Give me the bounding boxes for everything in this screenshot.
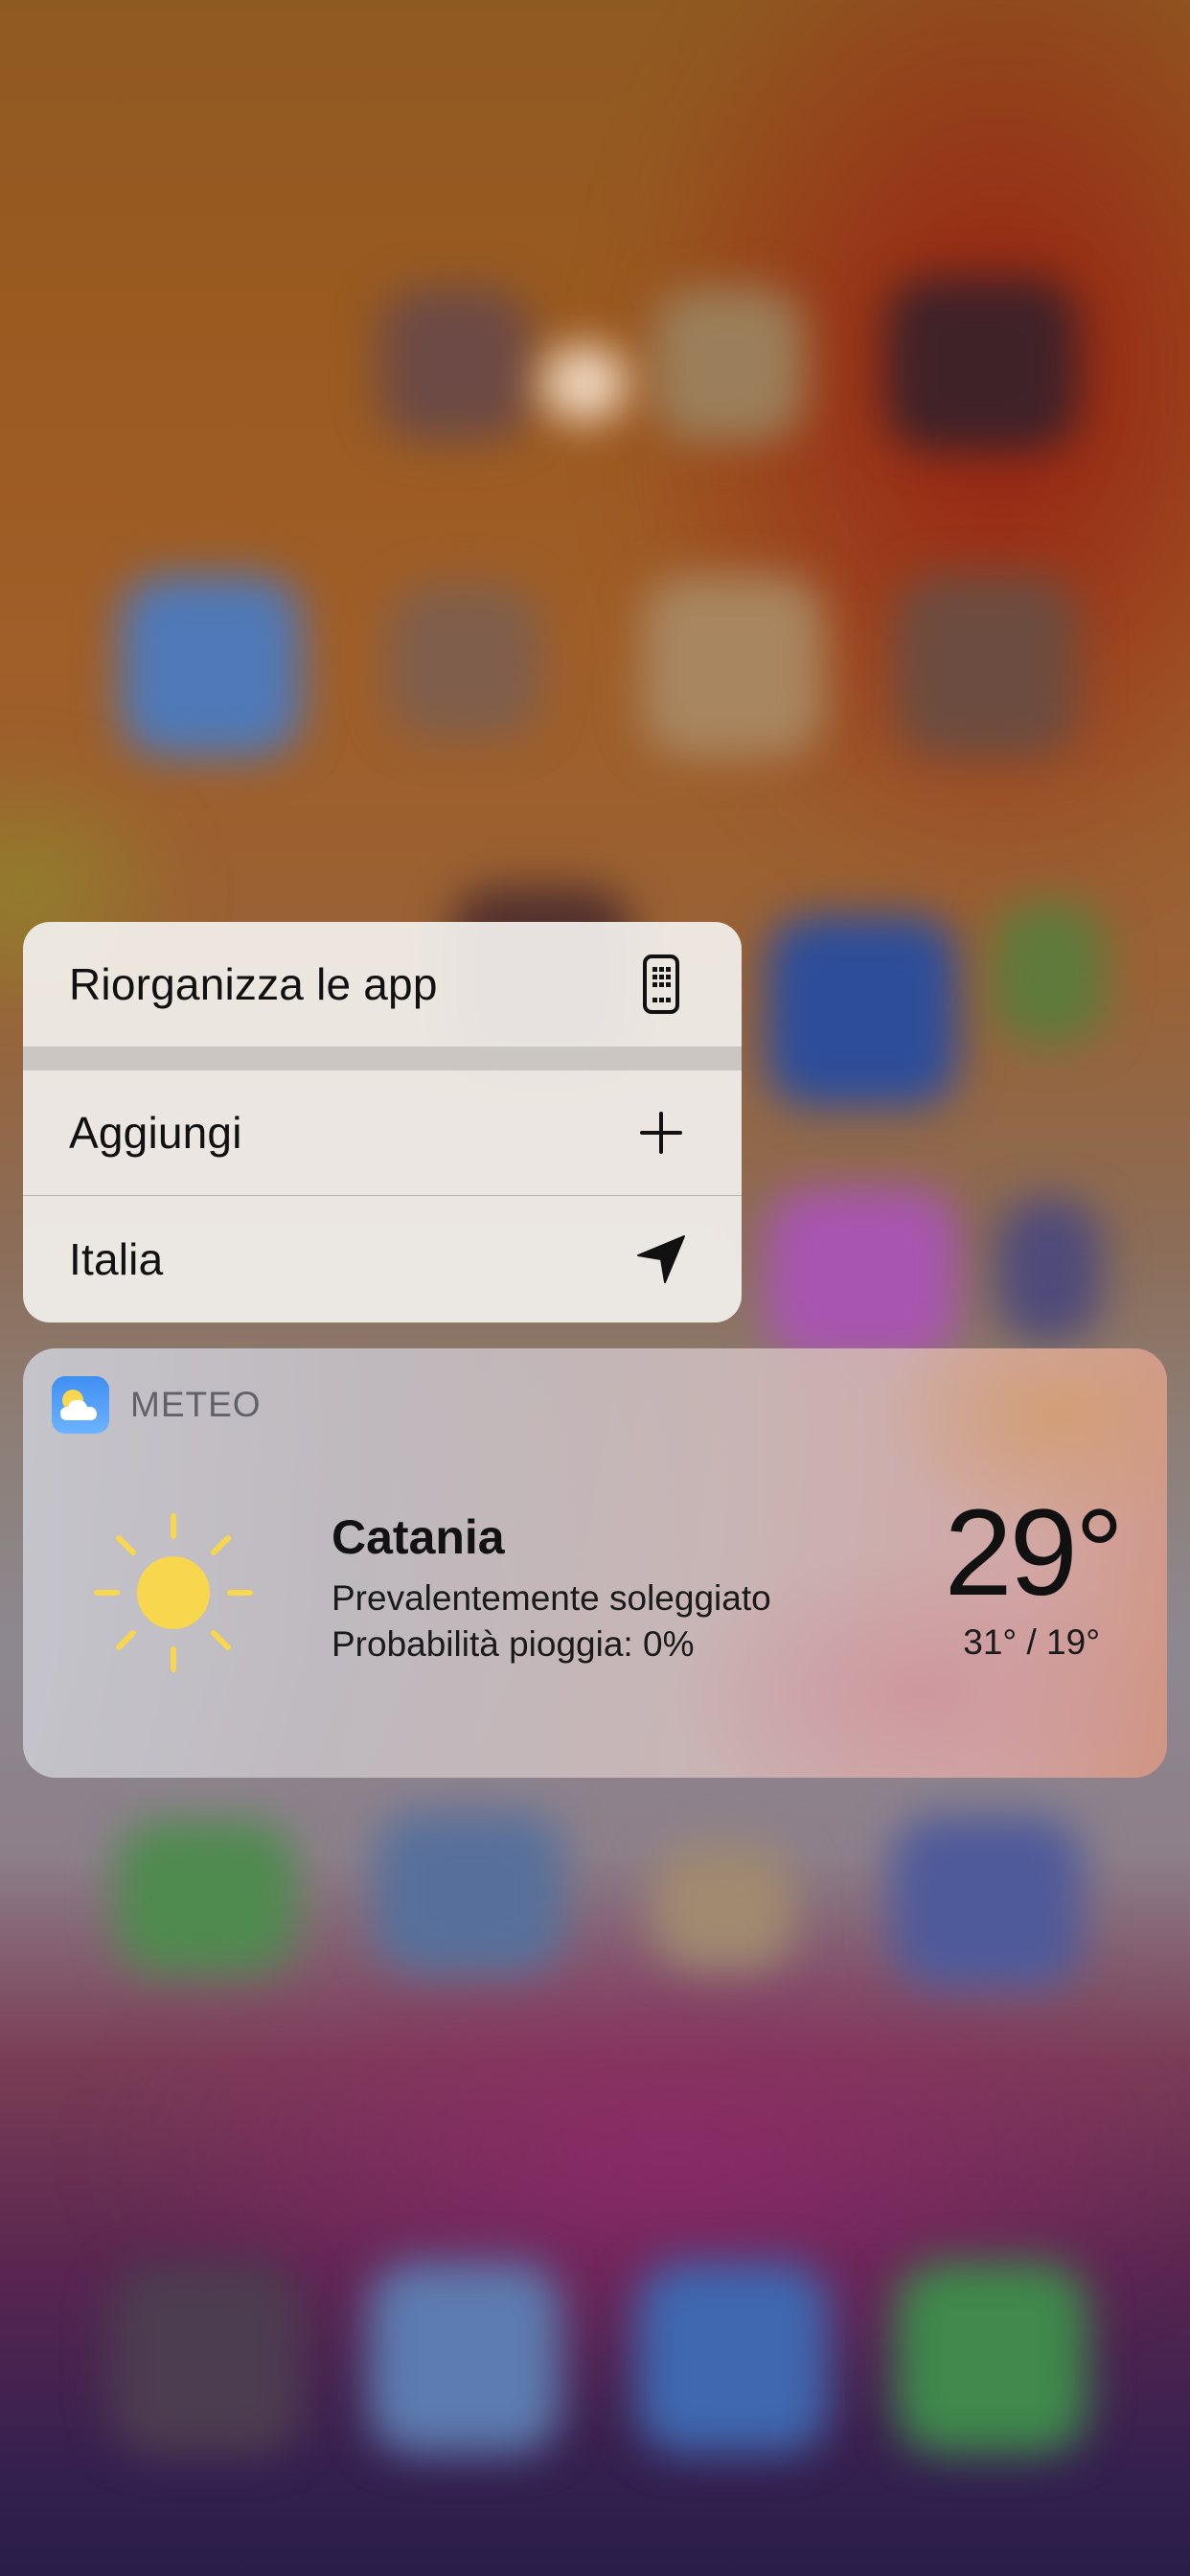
menu-item-label: Italia [69,1234,164,1284]
blurred-app-icon [891,1816,1083,1989]
blurred-app-icon [652,288,805,441]
weather-app-icon [52,1376,109,1434]
city-name: Catania [332,1510,505,1564]
blurred-app-icon [767,915,958,1107]
blurred-app-icon [992,901,1107,1045]
blurred-dock-icon [369,2262,561,2453]
blurred-app-icon [374,1811,565,1974]
weather-widget[interactable]: METEO Catania Prevalentemente soleggiato… [23,1348,1167,1778]
blurred-app-icon [886,278,1078,450]
blurred-app-icon [378,288,532,441]
rain-probability: Probabilità pioggia: 0% [332,1624,695,1664]
blurred-app-icon [388,585,541,738]
blurred-app-icon [652,1845,795,1969]
blurred-app-icon [115,1821,297,1974]
location-arrow-icon [634,1229,688,1290]
menu-section-divider [23,1046,742,1070]
blurred-app-icon [642,575,824,757]
blurred-app-icon [767,1188,958,1361]
sun-icon [92,1511,255,1674]
blurred-dock-icon [110,2262,302,2453]
blurred-app-icon [120,575,302,757]
menu-item-label: Riorganizza le app [69,959,438,1009]
blurred-app-icon [896,575,1078,757]
menu-item-add[interactable]: Aggiungi [23,1070,742,1195]
weather-condition: Prevalentemente soleggiato [332,1578,771,1618]
blurred-dock-icon [637,2262,829,2453]
menu-item-location-italia[interactable]: Italia [23,1196,742,1322]
widget-app-name: METEO [130,1385,262,1424]
temperature-range: 31° / 19° [963,1622,1100,1662]
plus-icon [634,1102,688,1163]
quick-actions-menu: Riorganizza le app Aggiungi Italia [23,922,742,1322]
menu-item-label: Aggiungi [69,1108,242,1158]
edit-home-screen-icon [634,954,688,1015]
blurred-light [541,345,628,422]
current-temperature: 29° [944,1484,1124,1622]
blurred-app-icon [996,1198,1102,1342]
blurred-dock-icon [896,2262,1087,2453]
menu-item-edit-home-screen[interactable]: Riorganizza le app [23,922,742,1046]
